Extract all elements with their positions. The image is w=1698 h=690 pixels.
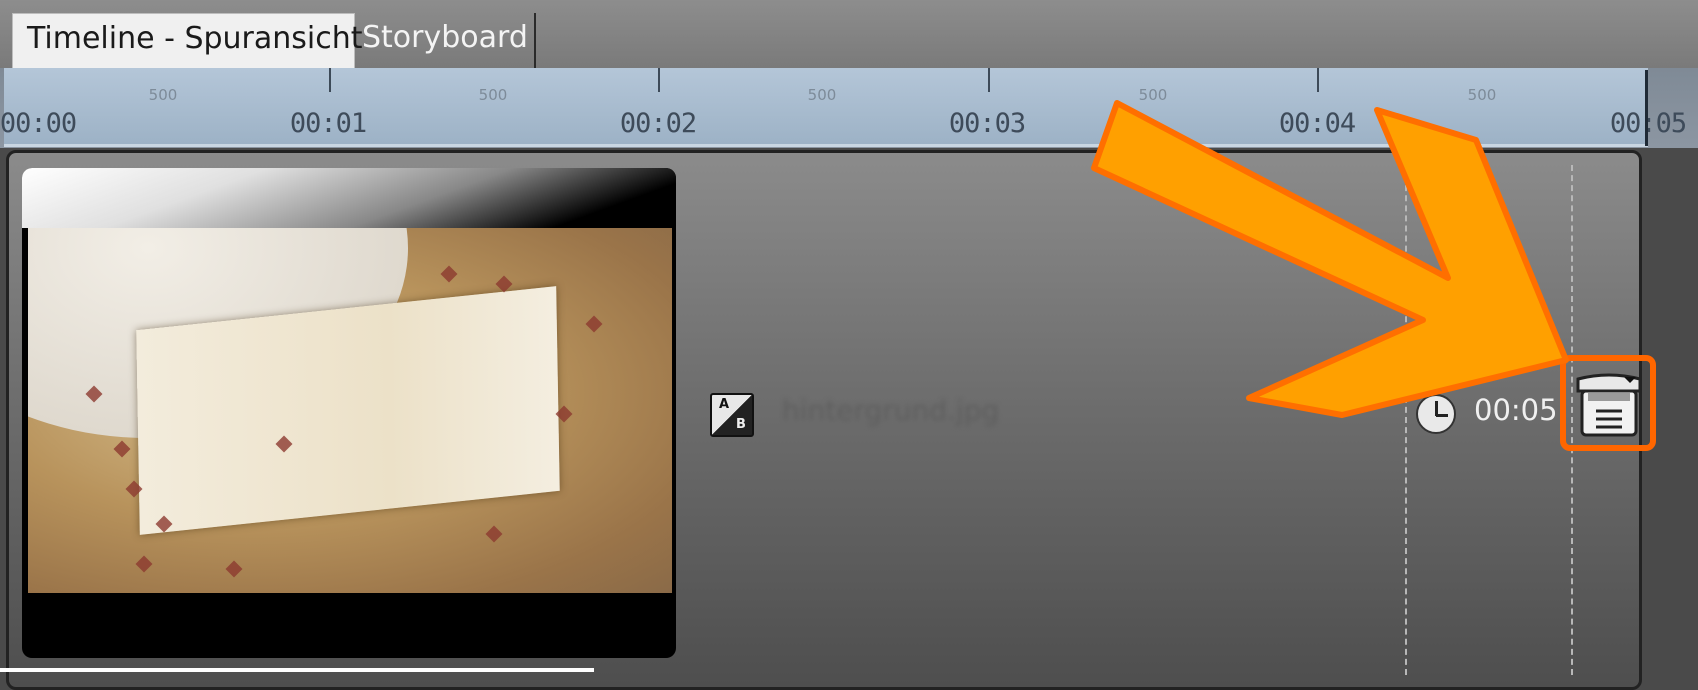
ruler-time-label: 00:04	[1278, 108, 1356, 139]
ruler-tick	[658, 68, 660, 92]
ruler-tick	[988, 68, 990, 92]
ruler-tick	[1317, 68, 1319, 92]
timeline-end-marker[interactable]	[1645, 70, 1648, 146]
clip-filename: hintergrund.jpg	[782, 394, 1000, 427]
ab-transition-icon[interactable]: A B	[710, 393, 754, 437]
ruler-time-label: 00:00	[0, 108, 77, 139]
clip-edit-icon[interactable]	[1574, 371, 1644, 439]
clip-duration: 00:05	[1474, 393, 1558, 427]
ruler-tick	[329, 68, 331, 92]
ruler-time-label: 00:01	[289, 108, 367, 139]
clip-boundary-line	[1405, 165, 1407, 675]
tab-timeline-track-view[interactable]: Timeline - Spuransicht	[12, 13, 363, 68]
ruler-minor-label: 500	[1138, 86, 1168, 104]
scrollbar-strip	[0, 668, 594, 672]
ruler-minor-label: 500	[478, 86, 508, 104]
ruler-minor-label: 500	[807, 86, 837, 104]
tab-bar: Timeline - Spuransicht Storyboard	[0, 0, 1698, 68]
ruler-minor-label: 500	[1467, 86, 1497, 104]
ruler-band: 500 500 500 500 500 00:00 00:01 00:02 00…	[0, 68, 1648, 147]
timeline-ruler[interactable]: 500 500 500 500 500 00:00 00:01 00:02 00…	[0, 68, 1698, 148]
paper-image	[136, 286, 560, 535]
ruler-time-label: 00:03	[948, 108, 1026, 139]
clip-thumbnail	[22, 168, 676, 658]
ruler-time-label: 00:05	[1609, 108, 1687, 139]
tab-storyboard[interactable]: Storyboard	[356, 13, 536, 68]
ruler-time-label: 00:02	[619, 108, 697, 139]
ruler-minor-label: 500	[148, 86, 178, 104]
clock-icon	[1416, 394, 1456, 434]
